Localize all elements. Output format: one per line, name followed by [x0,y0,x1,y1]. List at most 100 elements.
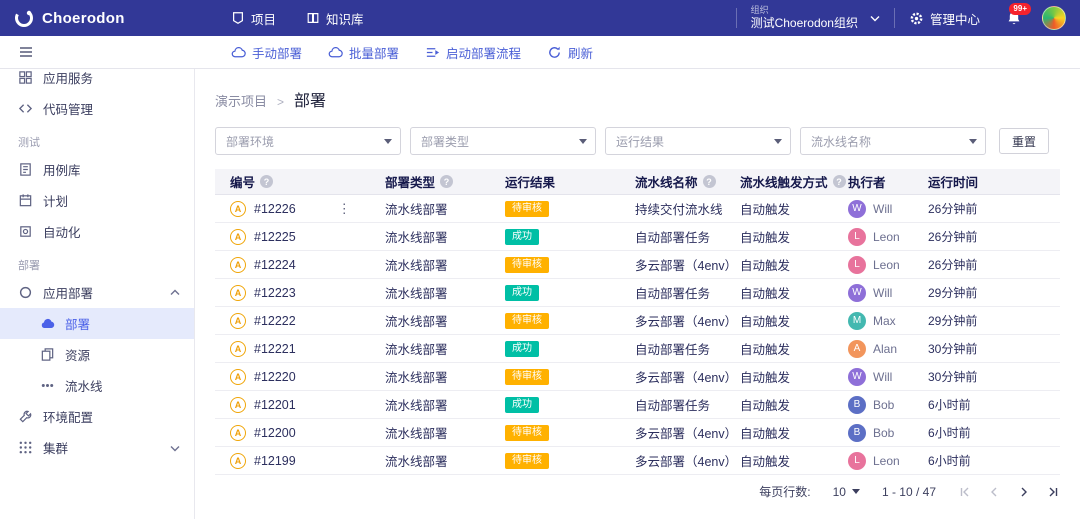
sidebar-item-cluster-label: 集群 [43,438,68,457]
first-page-icon[interactable] [958,486,970,498]
filter-pipeline-name-select[interactable]: 流水线名称 [800,127,986,155]
last-page-icon[interactable] [1048,486,1060,498]
collapse-sidebar-icon[interactable] [18,44,34,60]
notifications-button[interactable]: 99+ [994,0,1034,36]
run-time: 29分钟前 [928,286,977,300]
sidebar-item-case-library[interactable]: 用例库 [0,154,194,185]
sidebar-item-app-deploy-label: 应用部署 [43,283,93,302]
help-icon[interactable] [260,175,273,188]
next-page-icon[interactable] [1018,486,1030,498]
deploy-id[interactable]: #12200 [254,426,296,440]
sidebar-item-env-config[interactable]: 环境配置 [0,401,194,432]
deploy-id[interactable]: #12221 [254,342,296,356]
deploy-type: 流水线部署 [385,287,448,301]
table-body: A #12226 流水线部署 待审核 持续交付流水线 自动触发 W Will 2… [215,195,1060,475]
choerodon-logo-icon [14,8,34,28]
filter-deploy-type-select[interactable]: 部署类型 [410,127,596,155]
rows-per-page-label: 每页行数: [759,483,810,500]
deploy-id[interactable]: #12201 [254,398,296,412]
trigger-type: 自动触发 [740,287,790,301]
sidebar-item-case-library-label: 用例库 [43,160,81,179]
filter-run-result-select[interactable]: 运行结果 [605,127,791,155]
run-time: 26分钟前 [928,202,977,216]
batch-deploy-button[interactable]: 批量部署 [328,43,399,62]
run-time: 6小时前 [928,398,971,412]
chevron-down-icon [170,443,180,453]
table-row[interactable]: A #12200 流水线部署 待审核 多云部署（4env） 自动触发 B Bob… [215,419,1060,447]
sidebar-item-code[interactable]: 代码管理 [0,93,194,124]
app-circle-icon: A [230,313,246,329]
main-area: 应用服务 代码管理 测试 用例库 计划 [0,69,1080,519]
nav-project-label: 项目 [251,9,276,28]
help-icon[interactable] [440,175,453,188]
sidebar-section-deploy: 部署 [0,247,194,277]
start-deploy-flow-button[interactable]: 启动部署流程 [425,43,521,62]
prev-page-icon[interactable] [988,486,1000,498]
sidebar-item-plan[interactable]: 计划 [0,185,194,216]
filter-pipeline-name-placeholder: 流水线名称 [811,133,871,150]
table-row[interactable]: A #12201 流水线部署 成功 自动部署任务 自动触发 B Bob 6小时前 [215,391,1060,419]
sidebar-item-app-service[interactable]: 应用服务 [0,69,194,93]
user-avatar[interactable] [1042,6,1066,30]
refresh-button[interactable]: 刷新 [547,43,593,62]
rows-per-page-select[interactable]: 10 [833,485,860,499]
table-row[interactable]: A #12226 流水线部署 待审核 持续交付流水线 自动触发 W Will 2… [215,195,1060,223]
table-row[interactable]: A #12221 流水线部署 成功 自动部署任务 自动触发 A Alan 30分… [215,335,1060,363]
executor-name: Will [873,286,892,300]
deploy-id[interactable]: #12222 [254,314,296,328]
executor-name: Leon [873,454,900,468]
table-row[interactable]: A #12222 流水线部署 待审核 多云部署（4env） 自动触发 M Max… [215,307,1060,335]
app-deploy-icon [18,285,33,300]
deploy-id[interactable]: #12226 [254,202,296,216]
status-badge: 成功 [505,229,539,245]
app-circle-icon: A [230,201,246,217]
admin-center-button[interactable]: 管理中心 [895,0,994,36]
deploy-id[interactable]: #12199 [254,454,296,468]
code-icon [18,101,33,116]
sidebar-item-env-config-label: 环境配置 [43,407,93,426]
sidebar-item-app-service-label: 应用服务 [43,69,93,87]
table-row[interactable]: A #12220 流水线部署 待审核 多云部署（4env） 自动触发 W Wil… [215,363,1060,391]
reset-button[interactable]: 重置 [999,128,1049,154]
admin-center-label: 管理中心 [930,9,980,28]
app-circle-icon: A [230,453,246,469]
pipeline-name: 多云部署（4env） [635,427,737,441]
column-pipeline: 流水线名称 [635,172,698,191]
deploy-type: 流水线部署 [385,399,448,413]
nav-knowledge[interactable]: 知识库 [306,9,364,28]
nav-project[interactable]: 项目 [231,9,276,28]
table-row[interactable]: A #12223 流水线部署 成功 自动部署任务 自动触发 W Will 29分… [215,279,1060,307]
table-row[interactable]: A #12225 流水线部署 成功 自动部署任务 自动触发 L Leon 26分… [215,223,1060,251]
manual-deploy-button[interactable]: 手动部署 [231,43,302,62]
deploy-type: 流水线部署 [385,343,448,357]
org-switcher[interactable]: 组织 测试Choerodon组织 [737,0,894,36]
chevron-down-icon [870,13,880,23]
filter-deploy-env-select[interactable]: 部署环境 [215,127,401,155]
table-header: 编号 部署类型 运行结果 流水线名称 流水线触发方式 执行者 运行时间 [215,169,1060,195]
table-row[interactable]: A #12224 流水线部署 待审核 多云部署（4env） 自动触发 L Leo… [215,251,1060,279]
help-icon[interactable] [833,175,846,188]
logo[interactable]: Choerodon [0,8,195,28]
sidebar-item-deploy[interactable]: 部署 [0,308,194,339]
deploy-id[interactable]: #12224 [254,258,296,272]
deploy-id[interactable]: #12225 [254,230,296,244]
chevron-down-icon [852,489,860,494]
deploy-id[interactable]: #12220 [254,370,296,384]
top-nav: 项目 知识库 [195,9,364,28]
deploy-id[interactable]: #12223 [254,286,296,300]
sidebar-item-resource[interactable]: 资源 [0,339,194,370]
app-circle-icon: A [230,369,246,385]
sidebar-item-automation[interactable]: 自动化 [0,216,194,247]
help-icon[interactable] [703,175,716,188]
sidebar-item-app-deploy[interactable]: 应用部署 [0,277,194,308]
breadcrumb-project[interactable]: 演示项目 [215,91,267,110]
chevron-down-icon [774,139,782,144]
table-row[interactable]: A #12199 流水线部署 待审核 多云部署（4env） 自动触发 L Leo… [215,447,1060,475]
sidebar-item-cluster[interactable]: 集群 [0,432,194,463]
sidebar-item-pipeline[interactable]: 流水线 [0,370,194,401]
trigger-type: 自动触发 [740,399,790,413]
project-icon [231,11,245,25]
executor-avatar: W [848,200,866,218]
sidebar-item-code-label: 代码管理 [43,99,93,118]
row-menu-icon[interactable] [338,201,348,217]
